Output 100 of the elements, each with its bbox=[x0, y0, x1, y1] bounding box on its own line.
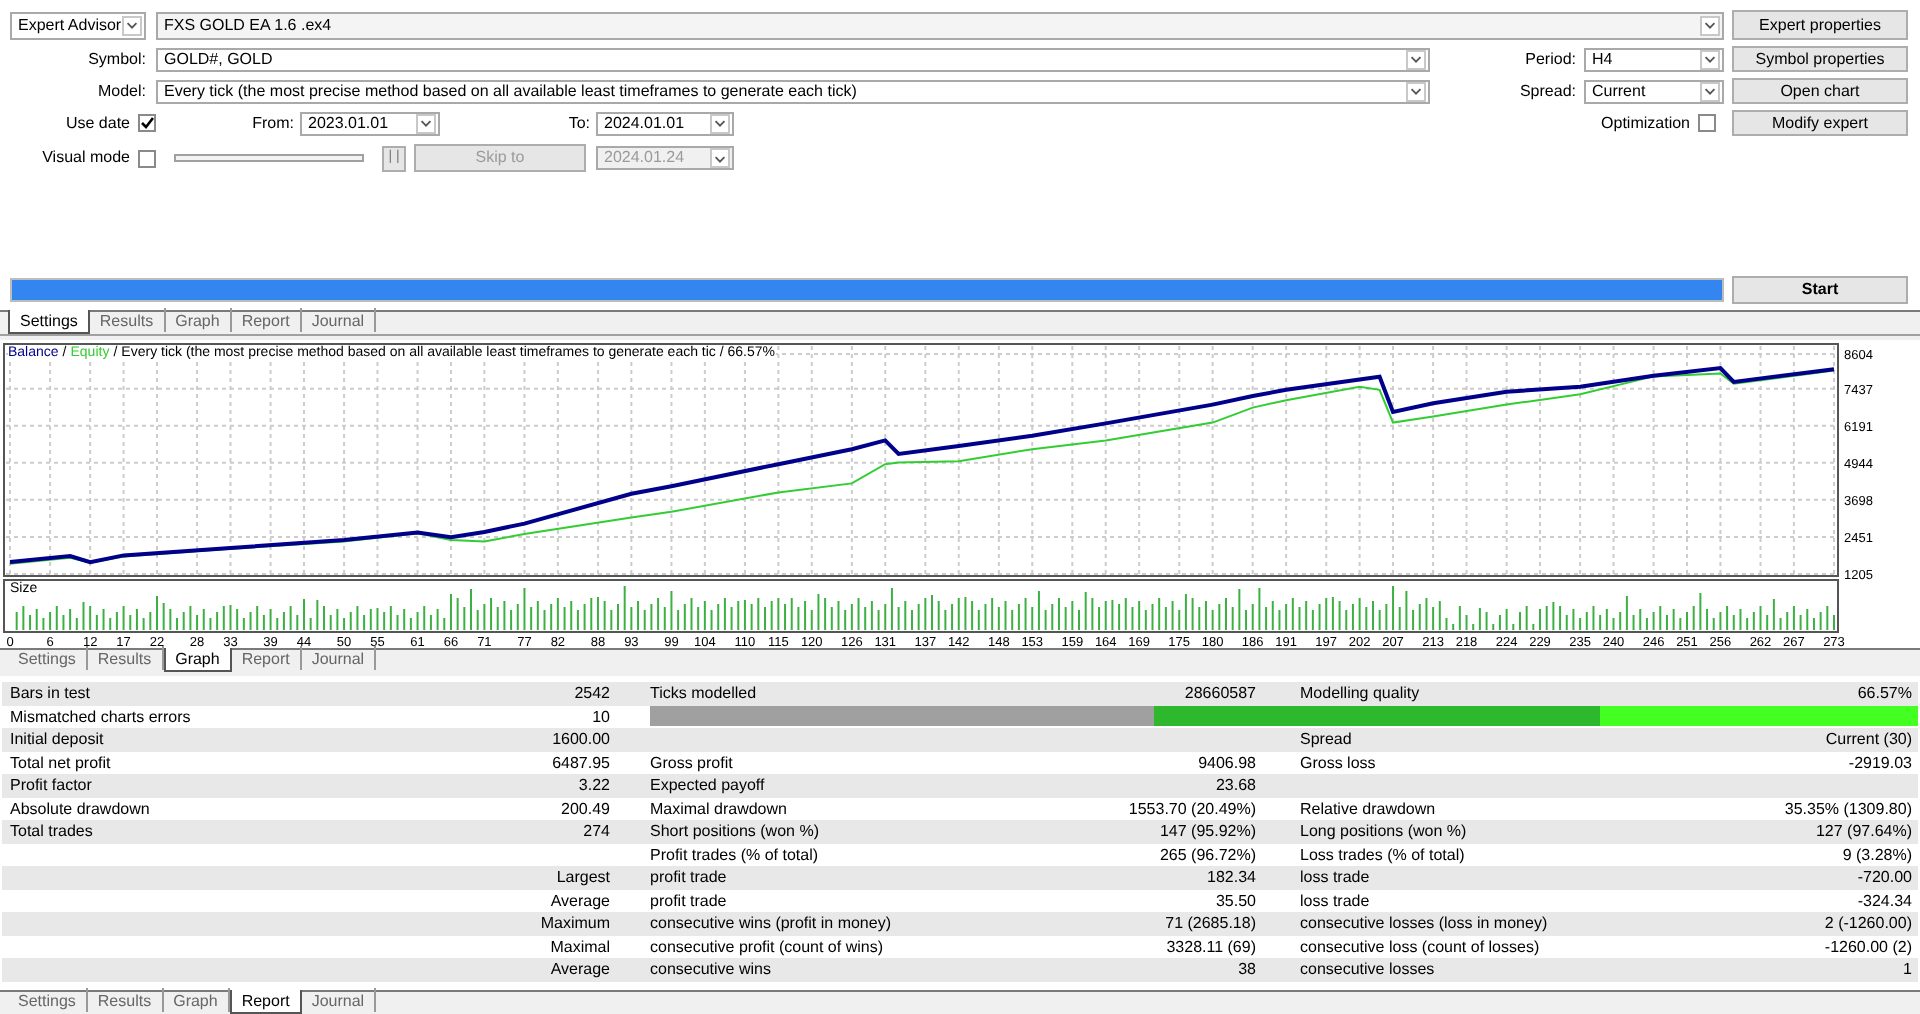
table-cell-text: Average bbox=[548, 889, 610, 912]
table-cell-text: Ticks modelled bbox=[648, 682, 759, 705]
tab[interactable]: Journal bbox=[301, 308, 377, 332]
table-cell-text: Total trades bbox=[8, 820, 95, 843]
modify-button[interactable]: Modify expert bbox=[1732, 110, 1908, 136]
table-cell-text: 274 bbox=[581, 820, 610, 843]
tab[interactable]: Settings bbox=[8, 310, 90, 334]
table-cell-text: Maximal bbox=[548, 935, 610, 958]
table-cell-text: consecutive loss (count of losses) bbox=[1298, 935, 1542, 958]
table-cell-text: 35.35% (1309.80) bbox=[1784, 797, 1914, 820]
table-cell-text: 1600.00 bbox=[550, 728, 610, 751]
table-cell-text: consecutive losses bbox=[1298, 958, 1437, 981]
table-cell-text: 182.34 bbox=[1205, 866, 1256, 889]
tab[interactable]: Journal bbox=[301, 988, 377, 1012]
table-cell-text: 71 (2685.18) bbox=[1163, 912, 1256, 935]
field-label: Period: bbox=[1523, 47, 1576, 71]
table-cell-text: 38 bbox=[1236, 958, 1256, 981]
field-label: Use date bbox=[63, 111, 130, 135]
table-cell-text: Short positions (won %) bbox=[648, 820, 821, 843]
tab[interactable]: Graph bbox=[165, 308, 232, 332]
table-cell-text: Average bbox=[548, 958, 610, 981]
select-field[interactable]: H4 bbox=[1584, 47, 1724, 71]
field-label: Visual mode bbox=[40, 146, 130, 170]
table-cell-text: -324.34 bbox=[1857, 889, 1914, 912]
properties-button[interactable]: Open chart bbox=[1732, 78, 1908, 104]
table-cell-text: 2 (-1260.00) bbox=[1824, 912, 1914, 935]
table-cell-text: 6487.95 bbox=[550, 751, 610, 774]
table-cell-text: -1260.00 (2) bbox=[1824, 935, 1914, 958]
table-cell-text: profit trade bbox=[648, 889, 729, 912]
table-cell-text: Initial deposit bbox=[8, 728, 106, 751]
field-label: To: bbox=[566, 111, 590, 135]
table-cell-text: profit trade bbox=[648, 866, 729, 889]
table-cell-text: loss trade bbox=[1298, 889, 1372, 912]
date-field[interactable]: 2024.01.01 bbox=[596, 111, 734, 135]
table-cell-text: Modelling quality bbox=[1298, 682, 1422, 705]
table-cell-text: loss trade bbox=[1298, 866, 1372, 889]
properties-button[interactable]: Symbol properties bbox=[1732, 46, 1908, 72]
table-cell-text: 28660587 bbox=[1182, 682, 1256, 705]
table-cell-text: Absolute drawdown bbox=[8, 797, 152, 820]
table-cell-text: consecutive losses (loss in money) bbox=[1298, 912, 1550, 935]
table-cell-text: 1553.70 (20.49%) bbox=[1126, 797, 1256, 820]
table-cell-text: Bars in test bbox=[8, 682, 93, 705]
table-cell-text: Relative drawdown bbox=[1298, 797, 1438, 820]
tab[interactable]: Journal bbox=[301, 646, 377, 670]
tab[interactable]: Results bbox=[89, 308, 166, 332]
field-label: Optimization bbox=[1601, 111, 1690, 135]
speed-slider-track[interactable] bbox=[174, 154, 364, 162]
table-cell-text: Largest bbox=[554, 866, 610, 889]
table-cell-text: Total net profit bbox=[8, 751, 113, 774]
field-label: From: bbox=[250, 111, 294, 135]
table-cell-text: Long positions (won %) bbox=[1298, 820, 1469, 843]
table-cell-text: 9 (3.28%) bbox=[1842, 843, 1914, 866]
table-cell-text: Expected payoff bbox=[648, 774, 767, 797]
table-cell-text: 200.49 bbox=[559, 797, 610, 820]
select-field[interactable]: Every tick (the most precise method based on all available least timeframes to generate each tick) bbox=[156, 79, 1430, 103]
table-cell-text: Gross loss bbox=[1298, 751, 1378, 774]
tab[interactable]: Report bbox=[229, 990, 302, 1014]
table-cell-text: 1 bbox=[1903, 958, 1914, 981]
table-cell-text: 127 (97.64%) bbox=[1815, 820, 1914, 843]
field-label: Symbol: bbox=[86, 47, 146, 71]
table-cell-text: 2542 bbox=[572, 682, 610, 705]
table-cell-text: Profit trades (% of total) bbox=[648, 843, 821, 866]
table-cell-text: Profit factor bbox=[8, 774, 94, 797]
table-cell-text: 147 (95.92%) bbox=[1157, 820, 1256, 843]
expert-select[interactable]: FXS GOLD EA 1.6 .ex4 bbox=[156, 11, 1724, 39]
tab[interactable]: Report bbox=[231, 646, 302, 670]
table-cell-text: Gross profit bbox=[648, 751, 735, 774]
table-cell-text: Loss trades (% of total) bbox=[1298, 843, 1467, 866]
table-cell-text: 66.57% bbox=[1857, 682, 1914, 705]
table-cell-text: 3328.11 (69) bbox=[1164, 935, 1256, 958]
tab[interactable]: Settings bbox=[8, 646, 88, 670]
properties-button[interactable]: Expert properties bbox=[1732, 10, 1908, 40]
table-cell-text: Current (30) bbox=[1825, 728, 1914, 751]
table-cell-text: -2919.03 bbox=[1848, 751, 1914, 774]
select-field[interactable]: GOLD#, GOLD bbox=[156, 47, 1430, 71]
select-field[interactable]: Current bbox=[1584, 79, 1724, 103]
table-cell-text: 265 (96.72%) bbox=[1157, 843, 1256, 866]
table-cell-text: consecutive profit (count of wins) bbox=[648, 935, 885, 958]
table-cell-text: 9406.98 bbox=[1196, 751, 1256, 774]
table-cell-text: consecutive wins bbox=[648, 958, 773, 981]
program-type-select[interactable]: Expert Advisor bbox=[10, 11, 146, 39]
date-field[interactable]: 2023.01.01 bbox=[300, 111, 440, 135]
table-cell-text: consecutive wins (profit in money) bbox=[648, 912, 893, 935]
field-label: Model: bbox=[95, 79, 146, 103]
tab[interactable]: Report bbox=[231, 308, 302, 332]
tab[interactable]: Settings bbox=[8, 988, 88, 1012]
checkbox[interactable] bbox=[1698, 114, 1716, 132]
table-cell-text: Maximum bbox=[538, 912, 610, 935]
table-cell-text: 35.50 bbox=[1213, 889, 1256, 912]
table-cell-text: Mismatched charts errors bbox=[8, 705, 193, 728]
table-cell-text: 10 bbox=[590, 705, 610, 728]
table-cell-text: -720.00 bbox=[1857, 866, 1914, 889]
field-label: Spread: bbox=[1517, 79, 1576, 103]
table-cell-text: 23.68 bbox=[1213, 774, 1256, 797]
checkbox[interactable] bbox=[138, 114, 156, 132]
tab[interactable]: Results bbox=[87, 988, 164, 1012]
start-button[interactable]: Start bbox=[1732, 276, 1908, 304]
table-cell-text: Maximal drawdown bbox=[648, 797, 789, 820]
tab[interactable]: Graph bbox=[163, 648, 232, 672]
checkbox[interactable] bbox=[138, 149, 156, 167]
